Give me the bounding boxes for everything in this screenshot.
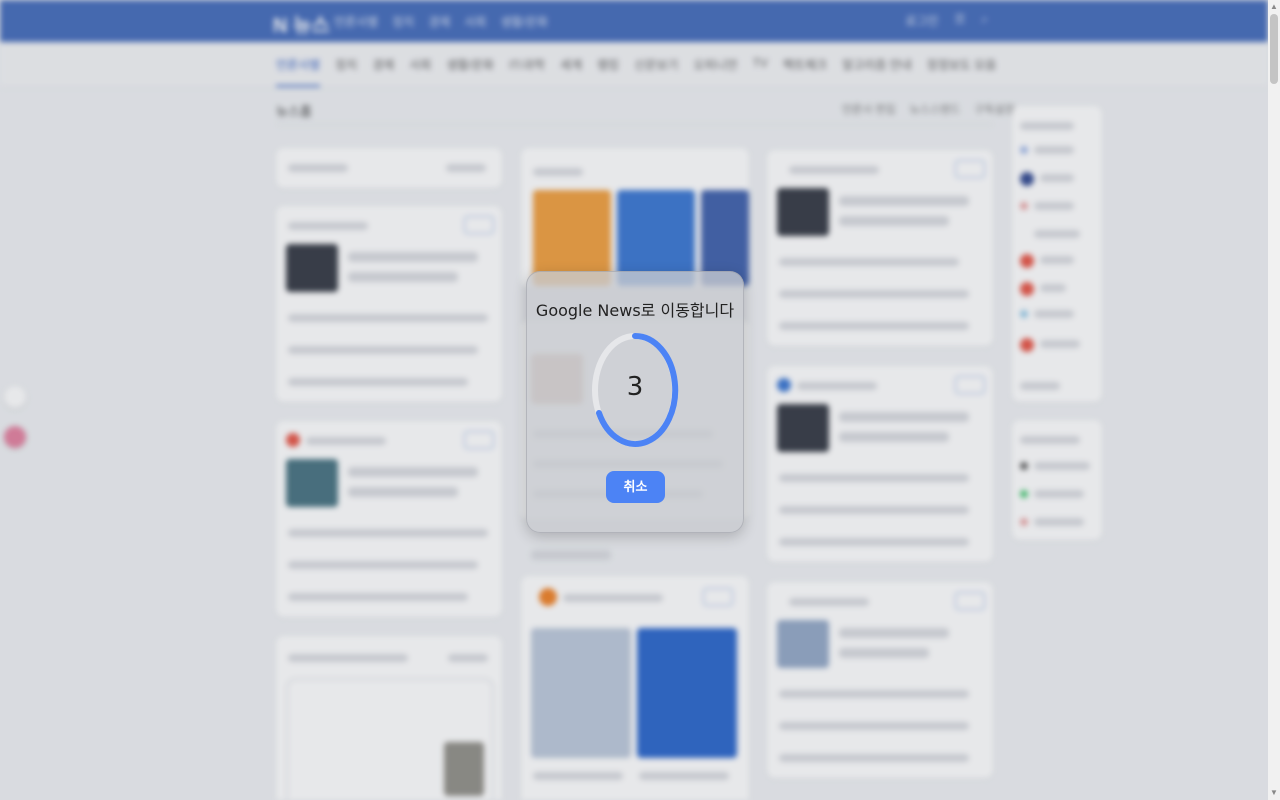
page-scrollbar[interactable]: ▲ ▼ (1268, 0, 1280, 800)
dialog-title: Google News로 이동합니다 (535, 301, 735, 320)
scroll-down-icon[interactable]: ▼ (1270, 788, 1278, 798)
scroll-up-icon[interactable]: ▲ (1270, 2, 1278, 12)
scrollbar-thumb[interactable] (1270, 14, 1278, 84)
countdown-number: 3 (626, 372, 644, 402)
redirect-dialog: Google News로 이동합니다 3 취소 (526, 271, 744, 533)
cancel-button[interactable]: 취소 (606, 471, 665, 503)
